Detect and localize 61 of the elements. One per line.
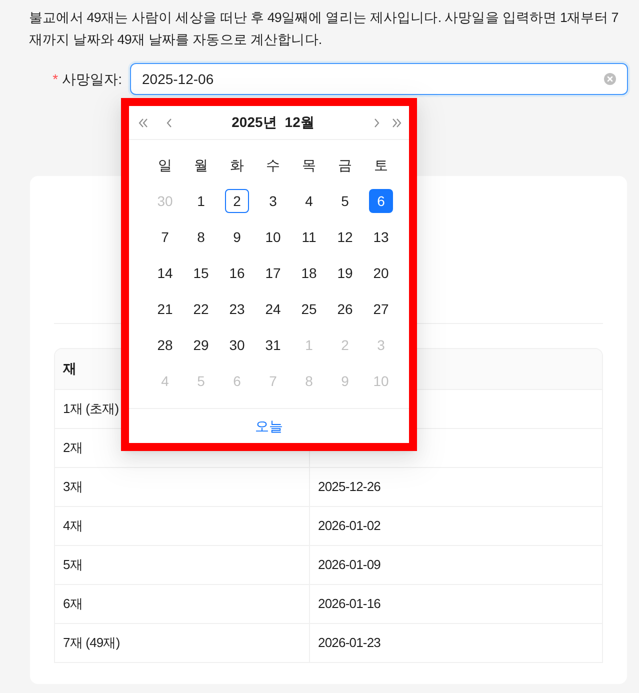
date-cell[interactable]: 11	[297, 225, 321, 249]
table-cell-text: 2026-01-16	[318, 595, 380, 614]
date-cell[interactable]: 14	[153, 261, 177, 285]
year-button[interactable]: 2025년	[232, 112, 277, 133]
date-cell[interactable]: 28	[153, 333, 177, 357]
date-cell[interactable]: 6	[369, 189, 393, 213]
date-cell[interactable]: 29	[189, 333, 213, 357]
double-chevron-left-icon[interactable]	[137, 116, 149, 128]
field-label: 사망일자:	[62, 70, 122, 89]
table-cell-text: 2재	[63, 439, 82, 458]
weekday-label: 월	[194, 156, 208, 174]
required-mark: *	[52, 70, 58, 89]
table-cell-text: 3재	[63, 478, 82, 496]
date-cell[interactable]: 12	[333, 225, 357, 249]
date-cell[interactable]: 9	[225, 225, 249, 249]
table-cell-text: 1재 (초재)	[63, 400, 119, 418]
date-cell[interactable]: 2	[225, 189, 249, 213]
date-input-field[interactable]: 2025-12-06	[130, 63, 628, 95]
date-cell[interactable]: 19	[333, 261, 357, 285]
date-cell[interactable]: 21	[153, 297, 177, 321]
date-cell[interactable]: 27	[369, 297, 393, 321]
date-cell[interactable]: 20	[369, 261, 393, 285]
date-cell[interactable]: 13	[369, 225, 393, 249]
weekday-label: 금	[338, 156, 352, 174]
table-cell-text: 7재 (49재)	[63, 634, 120, 652]
date-cell[interactable]: 7	[153, 225, 177, 249]
date-cell[interactable]: 3	[261, 189, 285, 213]
weekday-label: 화	[230, 156, 244, 174]
description-text: 불교에서 49재는 사람이 세상을 떠난 후 49일째에 열리는 제사입니다. 사망일을 입력하면 1재부터 7재까지 날짜와 49재 날짜를 자동으로 계산합니다.	[29, 9, 620, 49]
date-cell[interactable]: 4	[297, 189, 321, 213]
clear-icon[interactable]	[604, 73, 616, 85]
date-cell[interactable]: 23	[225, 297, 249, 321]
date-cell[interactable]: 24	[261, 297, 285, 321]
date-cell[interactable]: 26	[333, 297, 357, 321]
table-cell-text: 2026-01-09	[318, 556, 380, 574]
table-cell-text: 6재	[63, 595, 82, 614]
table-header-cell-text: 재	[63, 360, 77, 378]
date-cell[interactable]: 15	[189, 261, 213, 285]
month-button[interactable]: 12월	[284, 112, 314, 133]
table-cell-text: 2026-01-23	[318, 634, 380, 652]
date-cell[interactable]: 17	[261, 261, 285, 285]
weekday-label: 토	[374, 156, 388, 174]
date-cell[interactable]: 5	[333, 189, 357, 213]
date-cell[interactable]: 30	[225, 333, 249, 357]
date-cell[interactable]: 31	[261, 333, 285, 357]
today-link[interactable]: 오늘	[255, 416, 283, 436]
table-cell-text: 2026-01-02	[318, 517, 380, 536]
date-cell[interactable]: 1	[189, 189, 213, 213]
date-cell[interactable]: 8	[189, 225, 213, 249]
weekday-label: 수	[266, 156, 280, 174]
weekday-label: 목	[302, 156, 316, 174]
table-cell-text: 2025-12-26	[318, 478, 380, 496]
date-cell[interactable]: 25	[297, 297, 321, 321]
date-cell[interactable]: 22	[189, 297, 213, 321]
double-chevron-right-icon[interactable]	[391, 116, 403, 128]
weekday-label: 일	[158, 156, 172, 174]
date-cell[interactable]: 18	[297, 261, 321, 285]
date-cell[interactable]: 16	[225, 261, 249, 285]
table-cell-text: 5재	[63, 556, 82, 574]
table-cell-text: 4재	[63, 517, 82, 536]
date-cell[interactable]: 10	[261, 225, 285, 249]
